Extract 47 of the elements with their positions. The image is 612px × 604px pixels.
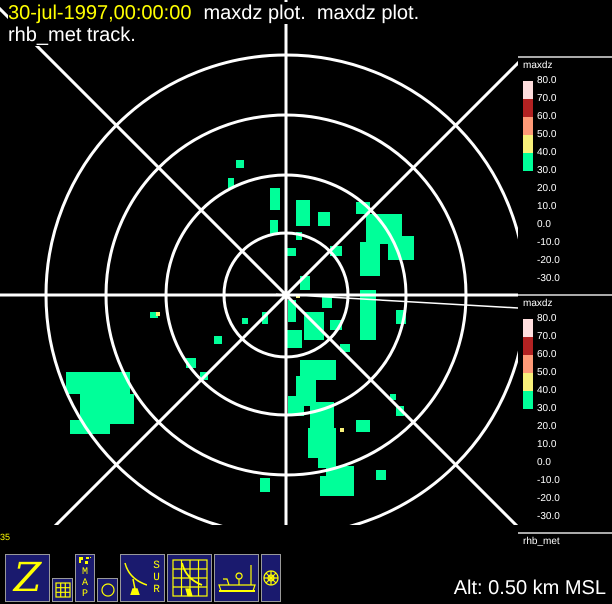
legend-label: 10.0	[537, 438, 556, 452]
gridradar-button[interactable]	[167, 554, 212, 602]
circle-icon	[100, 583, 114, 597]
legend-title: maxdz	[523, 298, 552, 310]
legend-label: 20.0	[537, 420, 556, 434]
track-title: rhb_met track.	[8, 24, 136, 46]
legend-label: 20.0	[537, 182, 556, 196]
legend-label: 80.0	[537, 74, 556, 88]
legend-label: -20.0	[537, 254, 560, 268]
legend-label: 0.0	[537, 456, 551, 470]
legend-label: -10.0	[537, 236, 560, 250]
z-button[interactable]: Z	[5, 554, 50, 602]
legend-label: -10.0	[537, 474, 560, 488]
altitude-label: Alt: 0.50 km MSL	[454, 576, 606, 600]
legend-label: 30.0	[537, 402, 556, 416]
plot-title: maxdz plot. maxdz plot.	[203, 2, 420, 24]
legend-label: -30.0	[537, 510, 560, 524]
legend-label: 70.0	[537, 330, 556, 344]
ship-button[interactable]	[214, 554, 259, 602]
legend-label: 40.0	[537, 146, 556, 160]
sur-button[interactable]: SUR	[120, 554, 165, 602]
legend-label: 30.0	[537, 164, 556, 178]
legend-label: 80.0	[537, 312, 556, 326]
wheel-icon	[263, 570, 279, 586]
corner-label: 35	[0, 531, 10, 543]
legend-label: 60.0	[537, 110, 556, 124]
radar-dish-icon	[123, 561, 147, 595]
legend-label: 10.0	[537, 200, 556, 214]
legend-label: -20.0	[537, 492, 560, 506]
legend-title: maxdz	[523, 60, 552, 72]
legend-label: -30.0	[537, 272, 560, 286]
circle-button[interactable]	[97, 578, 118, 602]
map-button[interactable]: MAP	[75, 554, 95, 602]
timestamp: 30-jul-1997,00:00:00	[8, 2, 192, 24]
radar-grid-icon	[172, 559, 208, 597]
legend-label: 40.0	[537, 384, 556, 398]
legend-label: 0.0	[537, 218, 551, 232]
legend-footer: rhb_met	[523, 536, 560, 548]
legend-label: 50.0	[537, 128, 556, 142]
legend-label: 70.0	[537, 92, 556, 106]
legend-label: 50.0	[537, 366, 556, 380]
map-icon	[78, 556, 92, 565]
grid-icon	[54, 582, 70, 598]
ship-icon	[216, 563, 256, 593]
grid-button[interactable]	[52, 578, 73, 602]
wheel-button[interactable]	[261, 554, 281, 602]
legend-label: 60.0	[537, 348, 556, 362]
